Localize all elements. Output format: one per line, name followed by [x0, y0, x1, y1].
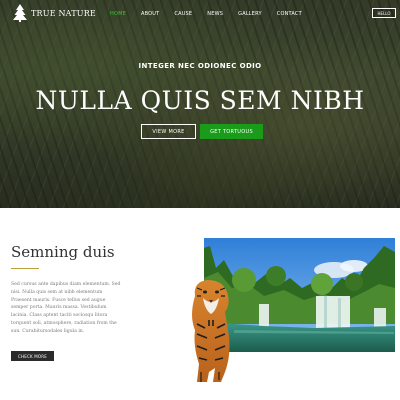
get-tortuous-button[interactable]: GET TORTUOUS [200, 124, 263, 139]
logo-text: TRUE NATURE [31, 8, 96, 18]
check-more-button[interactable]: CHECK MORE [11, 351, 54, 361]
nav-item-cause[interactable]: CAUSE [174, 11, 192, 17]
section-title: Semning duis [11, 243, 115, 261]
site-logo[interactable]: TRUE NATURE [13, 4, 96, 22]
pine-tree-icon [13, 4, 27, 22]
hero-title: NULLA QUIS SEM NIBH [35, 86, 365, 115]
nav-item-about[interactable]: ABOUT [141, 11, 159, 17]
main-menu: HOME ABOUT CAUSE NEWS GALLERY CONTACT [110, 11, 317, 17]
nav-item-news[interactable]: NEWS [207, 11, 223, 17]
tiger-image [192, 280, 230, 382]
hello-button[interactable]: HELLO [372, 8, 396, 18]
top-navigation: TRUE NATURE HOME ABOUT CAUSE NEWS GALLER… [0, 0, 400, 30]
title-divider [11, 268, 39, 269]
nav-item-contact[interactable]: CONTACT [277, 11, 302, 17]
view-more-button[interactable]: VIEW MORE [141, 124, 196, 139]
section-body-text: Sed cursus ante dapibus diam elementum. … [11, 282, 121, 334]
nav-item-gallery[interactable]: GALLERY [238, 11, 262, 17]
hero-subtitle: INTEGER NEC ODIONEC ODIO [138, 62, 262, 70]
nav-item-home[interactable]: HOME [110, 11, 126, 17]
